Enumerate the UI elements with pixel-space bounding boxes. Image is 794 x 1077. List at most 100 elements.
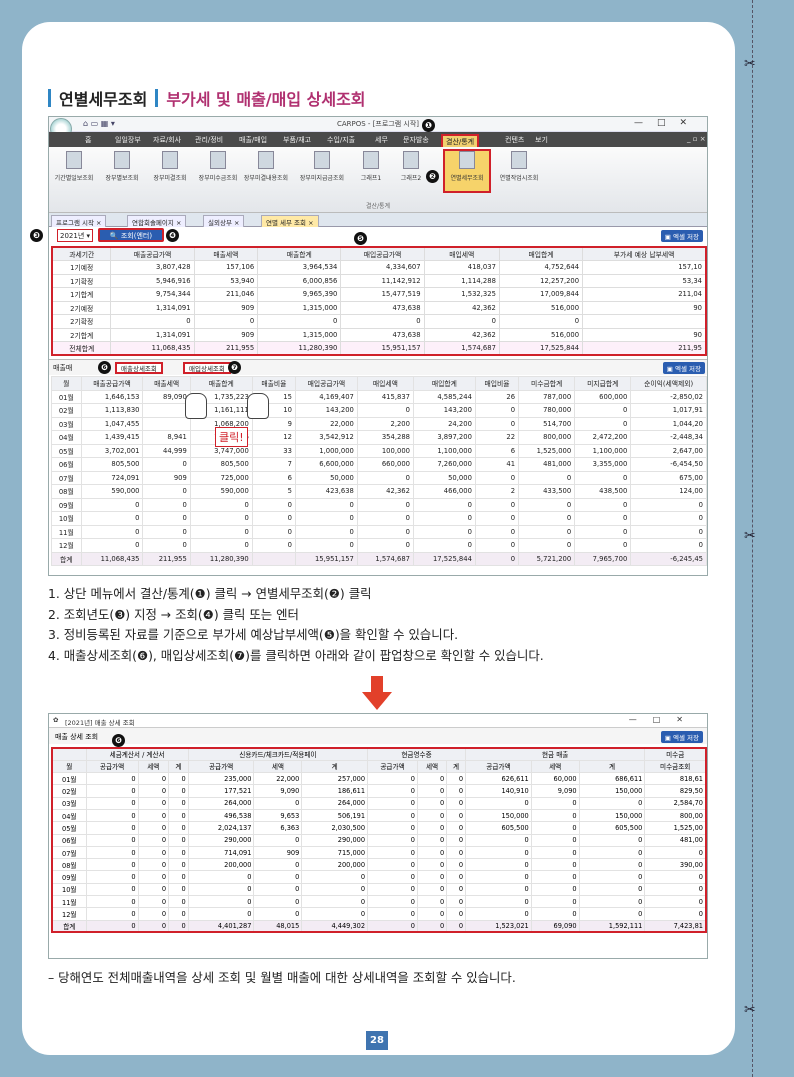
menu-management[interactable]: 관리/정비 [195,135,223,145]
year-select[interactable]: 2021년 ▾ [57,229,93,242]
table-cell: 0 [518,538,576,553]
sales-section-bar: 매출매 매출상세조회 매입상세조회 ▣ 엑셀 저장 [49,359,707,375]
purchase-detail-button[interactable]: 매입상세조회 [183,362,231,374]
excel-save-button[interactable]: ▣ 엑셀 저장 [662,362,705,374]
popup-title: [2021년] 매출 상세 조회 [65,719,135,727]
table-cell: 2 [474,484,520,499]
monthly-row: 합계 11,068,435 211,955 11,280,390 15,951,157 1… [51,551,707,566]
table-cell: 05월 [51,821,87,835]
query-button[interactable]: 🔍 조회(엔터) [98,228,164,242]
menu-home[interactable]: 홈 [85,135,91,145]
ribbon-graph2[interactable]: 그래프2 [391,151,431,182]
table-cell: 42,362 [423,300,500,315]
table-cell: 1,315,000 [257,327,342,342]
table-cell: 0 [301,895,369,909]
close-icon[interactable]: ✕ [676,715,699,724]
table-cell: 3,702,001 [80,443,144,458]
ribbon-period-report[interactable]: 기간별일보조회 [51,151,97,182]
ribbon-yearly-tax[interactable]: 연별세무조회 [443,149,491,193]
table-cell: 06월 [51,457,82,472]
maximize-icon[interactable]: □ [653,715,677,724]
table-cell: 0 [356,497,414,512]
marker-5: ❺ [354,232,367,245]
ribbon-receivables[interactable]: 장부미수금조회 [195,151,241,182]
table-cell: 725,000 [189,470,253,485]
close-icon[interactable]: ✕ [679,118,701,128]
column-header: 매입합계 [498,246,584,261]
sales-detail-table: 세금계산서 / 계산서 신용카드/체크카드/적용페이 현금영수증 현금 매출 미수금 월 공… [51,747,707,934]
table-cell: 0 [474,538,520,553]
maximize-icon[interactable]: □ [657,118,680,128]
table-cell: 150,000 [465,808,532,823]
table-cell: 0 [137,808,170,823]
detail-row: 07월 0 0 0 714,091 909 715,000 0 0 0 0 0 0 0 [51,845,707,860]
ribbon-payables[interactable]: 장부미지급금조회 [295,151,349,182]
menu-bar: 홈 일일장부 자료/회사 관리/정비 매출/매입 부품/재고 수입/지출 세무 … [49,132,707,150]
table-cell: 1,100,000 [412,443,476,458]
table-cell: 0 [530,882,580,897]
window-title: CARPOS - [프로그램 시작] [336,120,420,128]
table-cell: 11,280,390 [257,341,342,356]
ribbon-unsettled[interactable]: 장부미결조회 [147,151,193,182]
column-header: 계 [446,759,467,774]
summary-row: 1기확정 5,946,916 53,940 6,000,856 11,142,912 1,… [51,273,707,288]
table-cell: 0 [356,524,414,539]
table-cell: 0 [251,524,296,539]
menu-parts-stock[interactable]: 부품/재고 [283,135,311,145]
menu-sms[interactable]: 문자발송 [403,135,429,145]
menu-income-expense[interactable]: 수입/지출 [327,135,355,145]
marker-1: ❶ [422,119,435,132]
table-cell: 0 [367,833,418,847]
table-cell: 186,611 [301,784,369,798]
column-header: 매출세액 [142,376,191,391]
ribbon-ledger-report[interactable]: 장부별보조회 [99,151,145,182]
menu-contents[interactable]: 컨텐츠 [505,135,524,145]
table-cell: 04월 [51,430,82,445]
table-cell: 0 [142,497,191,512]
click-illustration: 클릭! [159,393,269,453]
table-cell: 0 [465,882,532,897]
popup-window-controls[interactable]: —□✕ [629,715,699,724]
table-cell: 6,000,856 [257,273,342,288]
menu-tax[interactable]: 세무 [375,135,388,145]
table-cell: 496,538 [187,808,255,823]
excel-save-button[interactable]: ▣ 엑셀 저장 [660,731,703,743]
table-cell: 17,009,844 [498,287,584,302]
table-cell: 0 [423,314,500,329]
ribbon-unsettled-detail[interactable]: 장부미결내용조회 [243,151,289,182]
menu-restore-icon[interactable]: _ ▫ × [687,135,706,143]
table-cell: 0 [137,784,170,798]
table-cell: 0 [446,882,467,897]
table-cell: 0 [253,907,303,921]
table-cell: 100,000 [356,443,414,458]
table-cell: 466,000 [412,484,476,499]
table-cell: 0 [578,870,646,884]
table-cell: 0 [356,538,414,553]
group-header: 현금영수증 [367,747,467,761]
table-cell: 15,951,157 [294,551,358,566]
menu-data-company[interactable]: 자료/회사 [153,135,181,145]
ribbon-yearly-work[interactable]: 연별작업시조회 [493,151,545,182]
menu-sales-purchase[interactable]: 매출/매입 [239,135,267,145]
window-controls[interactable]: —□✕ [634,118,701,128]
table-cell: 0 [574,497,632,512]
minimize-icon[interactable]: — [629,715,653,724]
ribbon-graph1[interactable]: 그래프1 [353,151,389,182]
column-header: 월 [51,759,87,774]
table-cell: 0 [294,497,358,512]
excel-save-button[interactable]: ▣ 엑셀 저장 [660,230,703,242]
table-cell: 0 [367,858,418,872]
table-cell: 0 [416,858,448,872]
table-cell: 5 [251,484,296,499]
minimize-icon[interactable]: — [634,118,657,128]
monthly-row: 12월 0 0 0 0 0 0 0 0 0 0 0 [51,538,707,553]
table-cell: 150,000 [578,808,646,823]
title-bar-decoration [48,89,51,107]
menu-daily-ledger[interactable]: 일일장부 [115,135,141,145]
sales-detail-button[interactable]: 매출상세조회 [115,362,163,374]
menu-view[interactable]: 보기 [535,135,548,145]
table-cell: 0 [416,796,448,810]
table-cell: 10월 [51,511,82,526]
table-cell: 0 [251,511,296,526]
table-cell: 15,477,519 [340,287,425,302]
